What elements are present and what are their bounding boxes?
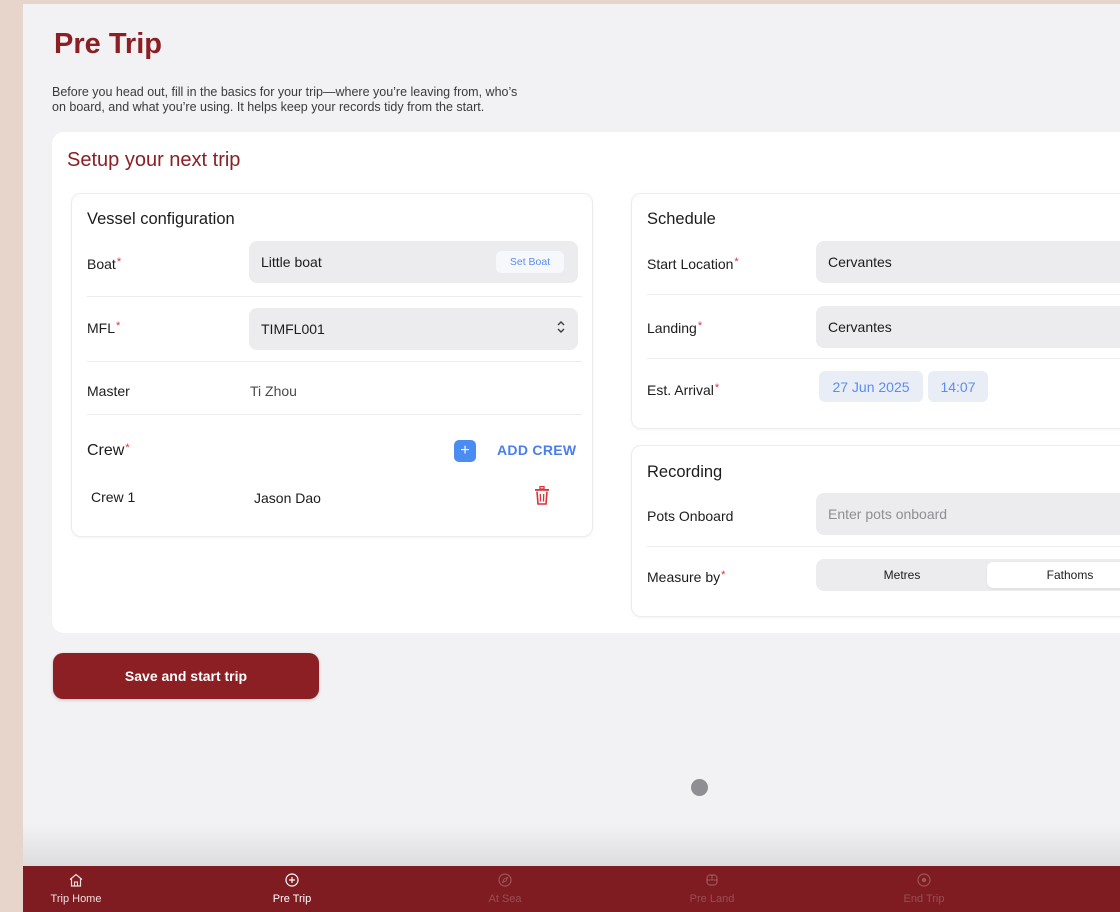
tab-trip-home[interactable]: Trip Home <box>31 872 121 905</box>
divider <box>87 361 582 362</box>
mfl-label: MFL* <box>87 320 121 336</box>
save-and-start-trip-button[interactable]: Save and start trip <box>53 653 319 699</box>
est-arrival-label: Est. Arrival* <box>647 382 720 398</box>
card-heading: Setup your next trip <box>67 149 241 171</box>
trash-icon[interactable] <box>534 485 550 510</box>
start-location-label: Start Location* <box>647 256 739 272</box>
plus-circle-icon <box>247 872 337 891</box>
measure-segmented-control: Metres Fathoms <box>816 559 1120 591</box>
measure-option-fathoms[interactable]: Fathoms <box>987 562 1120 588</box>
tab-pre-land[interactable]: Pre Land <box>667 872 757 905</box>
landing-label: Landing* <box>647 320 703 336</box>
home-icon <box>31 872 121 891</box>
bottom-tab-bar: Trip Home Pre Trip At Sea Pre Land End T… <box>23 866 1120 912</box>
boat-field[interactable]: Little boat Set Boat <box>249 241 578 283</box>
divider <box>87 414 582 415</box>
start-location-field[interactable]: Cervantes <box>816 241 1120 283</box>
tab-pre-trip[interactable]: Pre Trip <box>247 872 337 905</box>
page-title: Pre Trip <box>54 28 162 60</box>
schedule-card: Schedule Start Location* Cervantes Landi… <box>631 193 1120 429</box>
master-label: Master <box>87 383 130 399</box>
page-indicator-dot <box>691 779 708 796</box>
tab-at-sea[interactable]: At Sea <box>460 872 550 905</box>
crew-label: Crew* <box>87 442 130 459</box>
arrival-time-picker[interactable]: 14:07 <box>928 371 988 402</box>
pots-onboard-label: Pots Onboard <box>647 508 734 524</box>
divider <box>87 296 582 297</box>
boat-label: Boat* <box>87 256 122 272</box>
set-boat-button[interactable]: Set Boat <box>496 251 564 273</box>
divider <box>647 546 1120 547</box>
page-description: Before you head out, fill in the basics … <box>52 85 518 114</box>
crew-row-name: Jason Dao <box>254 490 321 506</box>
schedule-title: Schedule <box>647 210 716 228</box>
compass-icon <box>460 872 550 891</box>
master-value: Ti Zhou <box>250 383 297 399</box>
crew-row-label: Crew 1 <box>91 489 136 505</box>
vessel-configuration-card: Vessel configuration Boat* Little boat S… <box>71 193 593 537</box>
divider <box>647 358 1120 359</box>
add-crew-button[interactable]: ADD CREW <box>497 442 576 458</box>
recording-card: Recording Pots Onboard Enter pots onboar… <box>631 445 1120 617</box>
recording-title: Recording <box>647 463 723 481</box>
stop-icon <box>879 872 969 891</box>
landing-field[interactable]: Cervantes <box>816 306 1120 348</box>
chevron-updown-icon <box>556 320 566 337</box>
measure-by-label: Measure by* <box>647 569 726 585</box>
tab-end-trip[interactable]: End Trip <box>879 872 969 905</box>
mfl-select[interactable]: TIMFL001 <box>249 308 578 350</box>
pots-onboard-input[interactable]: Enter pots onboard <box>816 493 1120 535</box>
add-crew-icon[interactable]: + <box>454 440 476 462</box>
trip-setup-card: Setup your next trip Vessel configuratio… <box>52 132 1120 633</box>
divider <box>647 294 1120 295</box>
bottom-fade <box>23 824 1120 868</box>
arrival-date-picker[interactable]: 27 Jun 2025 <box>819 371 923 402</box>
ship-icon <box>667 872 757 891</box>
vessel-configuration-title: Vessel configuration <box>87 210 235 228</box>
app-frame: Pre Trip Before you head out, fill in th… <box>23 4 1120 912</box>
measure-option-metres[interactable]: Metres <box>819 562 985 588</box>
